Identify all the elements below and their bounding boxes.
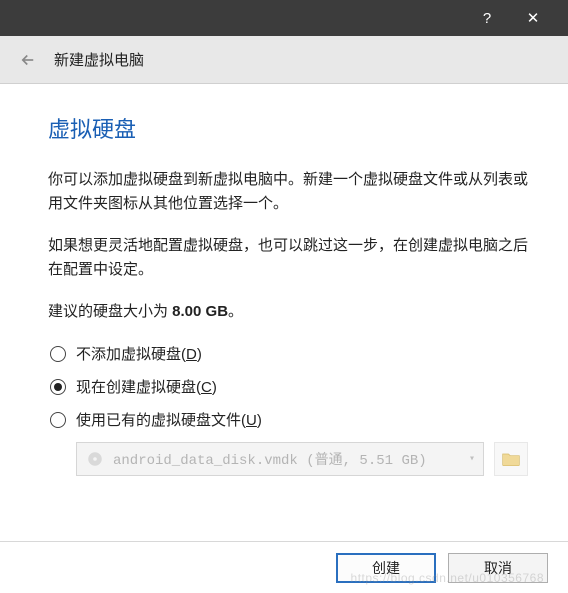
radio-existing-disk[interactable]: 使用已有的虚拟硬盘文件(U) [50, 409, 528, 430]
wizard-header: 新建虚拟电脑 [0, 36, 568, 84]
disk-file-dropdown[interactable]: android_data_disk.vmdk (普通, 5.51 GB) ▾ [76, 442, 484, 476]
disk-file-name: android_data_disk.vmdk (普通, 5.51 GB) [113, 449, 427, 469]
radio-label: 不添加虚拟硬盘( [76, 346, 186, 363]
radio-icon [50, 346, 66, 362]
radio-icon [50, 412, 66, 428]
browse-button[interactable] [494, 442, 528, 476]
radio-icon [50, 379, 66, 395]
cancel-button[interactable]: 取消 [448, 553, 548, 583]
description-2: 如果想更灵活地配置虚拟硬盘，也可以跳过这一步，在创建虚拟电脑之后在配置中设定。 [48, 234, 528, 282]
close-button[interactable]: ✕ [510, 0, 556, 36]
recommended-size: 建议的硬盘大小为 8.00 GB。 [48, 300, 528, 321]
access-key: U [246, 412, 257, 429]
disk-icon [85, 449, 105, 469]
create-button[interactable]: 创建 [336, 553, 436, 583]
description-1: 你可以添加虚拟硬盘到新虚拟电脑中。新建一个虚拟硬盘文件或从列表或用文件夹图标从其… [48, 168, 528, 216]
rec-suffix: 。 [228, 303, 243, 320]
radio-no-disk[interactable]: 不添加虚拟硬盘(D) [50, 343, 528, 364]
help-button[interactable]: ? [464, 0, 510, 36]
radio-tail: ) [212, 379, 217, 396]
titlebar: ? ✕ [0, 0, 568, 36]
radio-create-disk[interactable]: 现在创建虚拟硬盘(C) [50, 376, 528, 397]
chevron-down-icon: ▾ [469, 453, 475, 465]
back-arrow-icon[interactable] [16, 48, 40, 72]
access-key: C [201, 379, 212, 396]
content-area: 虚拟硬盘 你可以添加虚拟硬盘到新虚拟电脑中。新建一个虚拟硬盘文件或从列表或用文件… [0, 84, 568, 486]
rec-prefix: 建议的硬盘大小为 [48, 303, 172, 320]
radio-label: 现在创建虚拟硬盘( [76, 379, 201, 396]
radio-label: 使用已有的虚拟硬盘文件( [76, 412, 246, 429]
radio-group: 不添加虚拟硬盘(D) 现在创建虚拟硬盘(C) 使用已有的虚拟硬盘文件(U) an… [50, 343, 528, 476]
page-heading: 虚拟硬盘 [48, 112, 528, 144]
rec-size-value: 8.00 GB [172, 303, 228, 320]
radio-tail: ) [257, 412, 262, 429]
access-key: D [186, 346, 197, 363]
wizard-title: 新建虚拟电脑 [54, 49, 144, 70]
button-bar: 创建 取消 [0, 541, 568, 593]
existing-file-row: android_data_disk.vmdk (普通, 5.51 GB) ▾ [76, 442, 528, 476]
radio-tail: ) [197, 346, 202, 363]
